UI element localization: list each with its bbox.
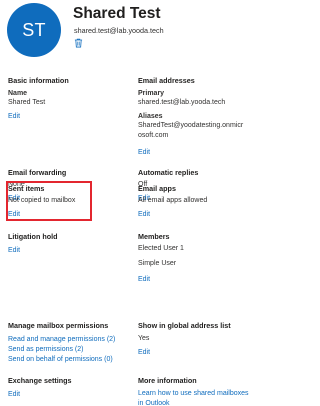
exchange-settings-edit-link[interactable]: Edit <box>8 390 124 399</box>
email-apps-section: Email apps All email apps allowed Edit <box>138 184 254 219</box>
read-and-manage-permissions-link[interactable]: Read and manage permissions (2) <box>8 335 124 344</box>
section-title: Email addresses <box>138 76 195 85</box>
shared-mailboxes-outlook-link[interactable]: Learn how to use shared mailboxes in Out… <box>138 389 250 406</box>
section-title: Email apps <box>138 184 176 193</box>
section-title: Manage mailbox permissions <box>8 321 109 330</box>
litigation-hold-section: Litigation hold Edit <box>8 232 124 255</box>
email-addresses-edit-link[interactable]: Edit <box>138 148 254 157</box>
email-apps-edit-link[interactable]: Edit <box>138 210 254 219</box>
section-title: More information <box>138 376 197 385</box>
name-value: Shared Test <box>8 99 46 106</box>
send-as-permissions-link[interactable]: Send as permissions (2) <box>8 345 124 354</box>
aliases-label: Aliases <box>138 113 163 120</box>
primary-label: Primary <box>138 90 165 97</box>
sent-items-highlight <box>6 181 92 221</box>
section-title: Email forwarding <box>8 168 67 177</box>
members-section: Members Elected User 1 Simple User Edit <box>138 232 254 284</box>
more-information-section: More information Learn how to use shared… <box>138 376 254 406</box>
global-address-list-section: Show in global address list Yes Edit <box>138 321 254 357</box>
name-label: Name <box>8 90 28 97</box>
exchange-settings-section: Exchange settings Edit <box>8 376 124 399</box>
manage-mailbox-permissions-section: Manage mailbox permissions Read and mana… <box>8 321 124 364</box>
email-apps-value: All email apps allowed <box>138 197 208 204</box>
section-title: Basic information <box>8 76 69 85</box>
member-item: Simple User <box>138 260 177 267</box>
section-title: Litigation hold <box>8 232 58 241</box>
section-title: Show in global address list <box>138 321 231 330</box>
member-item: Elected User 1 <box>138 245 184 252</box>
section-title: Automatic replies <box>138 168 199 177</box>
litigation-hold-edit-link[interactable]: Edit <box>8 246 124 255</box>
primary-email-value: shared.test@lab.yooda.tech <box>138 99 226 106</box>
members-edit-link[interactable]: Edit <box>138 275 254 284</box>
global-address-list-value: Yes <box>138 335 150 342</box>
email-addresses-section: Email addresses Primary shared.test@lab.… <box>138 76 254 157</box>
aliases-value: SharedTest@yoodatesting.onmicrosoft.com <box>138 122 244 139</box>
send-on-behalf-permissions-link[interactable]: Send on behalf of permissions (0) <box>8 355 124 364</box>
section-title: Exchange settings <box>8 376 72 385</box>
properties-grid: Basic information Name Shared Test Edit … <box>0 0 255 406</box>
basic-information-section: Basic information Name Shared Test Edit <box>8 76 124 121</box>
global-address-list-edit-link[interactable]: Edit <box>138 348 254 357</box>
basic-information-edit-link[interactable]: Edit <box>8 112 124 121</box>
section-title: Members <box>138 232 170 241</box>
